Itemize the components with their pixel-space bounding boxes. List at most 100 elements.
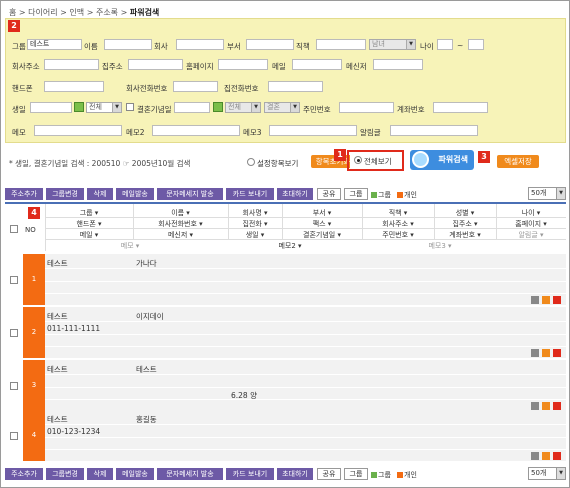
row-body [45, 254, 566, 305]
table-row[interactable]: 1 테스트 가나다 [5, 254, 566, 305]
detail-icon[interactable] [531, 349, 539, 357]
row-checkbox[interactable] [10, 329, 18, 337]
row-checkbox[interactable] [10, 382, 18, 390]
marriage-select[interactable]: 결혼 ▼ [264, 102, 300, 113]
divider [45, 293, 566, 294]
send-card-button-bottom[interactable]: 카드 보내기 [226, 468, 274, 480]
power-search-button[interactable]: 파워검색 [410, 150, 474, 170]
send-mail-button-bottom[interactable]: 메일발송 [116, 468, 154, 480]
excel-save-button[interactable]: 엑셀저장 [497, 155, 539, 168]
group-button[interactable]: 그룹 [344, 188, 368, 200]
row-checkbox[interactable] [10, 276, 18, 284]
send-sms-button-bottom[interactable]: 문자메세지 발송 [157, 468, 223, 480]
dept-input[interactable] [246, 39, 294, 50]
share-button-bottom[interactable]: 공유 [317, 468, 341, 480]
delete-button[interactable]: 삭제 [87, 188, 113, 200]
share-button[interactable]: 공유 [317, 188, 341, 200]
row-name[interactable]: 홍길동 [136, 414, 157, 425]
row-name[interactable]: 가나다 [136, 258, 157, 269]
detail-icon[interactable] [531, 452, 539, 460]
send-mail-button[interactable]: 메일발송 [116, 188, 154, 200]
delete-icon[interactable] [553, 402, 561, 410]
breadcrumb-network[interactable]: 인맥 [69, 8, 84, 17]
memo3-input[interactable] [269, 125, 357, 136]
memo2-input[interactable] [152, 125, 240, 136]
name-input[interactable] [104, 39, 152, 50]
page-size-select[interactable]: 50개 ▼ [528, 187, 566, 200]
change-group-button[interactable]: 그룹변경 [46, 188, 84, 200]
account-input[interactable] [433, 102, 488, 113]
homepage-input[interactable] [218, 59, 268, 70]
anniversary-checkbox[interactable] [126, 103, 134, 111]
messenger-input[interactable] [373, 59, 423, 70]
mobile-input[interactable] [44, 81, 104, 92]
all-view-radio[interactable] [354, 156, 362, 164]
edit-icon[interactable] [542, 452, 550, 460]
birthday-input[interactable] [30, 102, 72, 113]
gender-select[interactable]: 남녀 ▼ [369, 39, 416, 50]
calendar-icon[interactable] [213, 102, 223, 112]
custom-view-radio[interactable] [247, 158, 255, 166]
breadcrumb-home[interactable]: 홈 [9, 8, 16, 17]
row-name[interactable]: 테스트 [136, 364, 157, 375]
delete-icon[interactable] [553, 296, 561, 304]
anniversary-input[interactable] [174, 102, 210, 113]
age-from-input[interactable] [437, 39, 453, 50]
breadcrumb-diary[interactable]: 다이어리 [28, 8, 57, 17]
row-checkbox[interactable] [10, 432, 18, 440]
row-group: 테스트 [47, 259, 68, 268]
email-input[interactable] [292, 59, 342, 70]
page-size-select-bottom[interactable]: 50개 ▼ [528, 467, 566, 480]
add-contact-button[interactable]: 주소추가 [5, 188, 43, 200]
resident-input[interactable] [339, 102, 394, 113]
add-contact-button-bottom[interactable]: 주소추가 [5, 468, 43, 480]
edit-icon[interactable] [542, 402, 550, 410]
anniversary-select-value: 전체 [228, 103, 241, 111]
invite-button-bottom[interactable]: 초대하기 [277, 468, 313, 480]
breadcrumb-sep: > [18, 8, 26, 17]
header-memo[interactable]: 메모 ▾ [45, 241, 215, 251]
header-memo2[interactable]: 메모2 ▾ [215, 241, 365, 251]
send-sms-button[interactable]: 문자메세지 발송 [157, 188, 223, 200]
birthday-select[interactable]: 전체 ▼ [86, 102, 122, 113]
company-phone-input[interactable] [173, 81, 218, 92]
edit-icon[interactable] [542, 296, 550, 304]
home-phone-label: 집전화번호 [224, 84, 259, 93]
edit-icon[interactable] [542, 349, 550, 357]
breadcrumb-current: 파워검색 [129, 8, 160, 17]
detail-icon[interactable] [531, 296, 539, 304]
account-label: 계좌번호 [397, 105, 425, 114]
memo-input[interactable] [34, 125, 122, 136]
invite-button[interactable]: 초대하기 [277, 188, 313, 200]
company-input[interactable] [176, 39, 224, 50]
position-input[interactable] [316, 39, 366, 50]
delete-button-bottom[interactable]: 삭제 [87, 468, 113, 480]
legend-group: 그룹 [371, 190, 391, 200]
breadcrumb-addressbook[interactable]: 주소록 [96, 8, 118, 17]
header-memo3[interactable]: 메모3 ▾ [365, 241, 515, 251]
group-button-bottom[interactable]: 그룹 [344, 468, 368, 480]
group-input[interactable]: 테스트 [27, 39, 82, 50]
orange-square-icon [397, 472, 403, 478]
divider [45, 424, 566, 425]
table-row[interactable]: 2 테스트 이지데이 011-111-1111 [5, 307, 566, 358]
calendar-icon[interactable] [74, 102, 84, 112]
alert-input[interactable] [390, 125, 478, 136]
row-name[interactable]: 이지데이 [136, 311, 164, 322]
delete-icon[interactable] [553, 452, 561, 460]
age-to-input[interactable] [468, 39, 484, 50]
alert-label: 알림글 [360, 128, 381, 137]
anniversary-select[interactable]: 전체 ▼ [225, 102, 261, 113]
home-addr-input[interactable] [128, 59, 183, 70]
change-group-button-bottom[interactable]: 그룹변경 [46, 468, 84, 480]
select-all-checkbox[interactable] [10, 225, 18, 233]
send-card-button[interactable]: 카드 보내기 [226, 188, 274, 200]
table-row[interactable]: 4 테스트 홍길동 010-123-1234 [5, 410, 566, 461]
company-addr-input[interactable] [44, 59, 99, 70]
delete-icon[interactable] [553, 349, 561, 357]
detail-icon[interactable] [531, 402, 539, 410]
home-phone-input[interactable] [268, 81, 323, 92]
legend-group-label: 그룹 [378, 471, 391, 479]
table-row[interactable]: 3 테스트 테스트 6.28 양 [5, 360, 566, 411]
all-view-option[interactable]: 전체보기 [350, 153, 402, 168]
